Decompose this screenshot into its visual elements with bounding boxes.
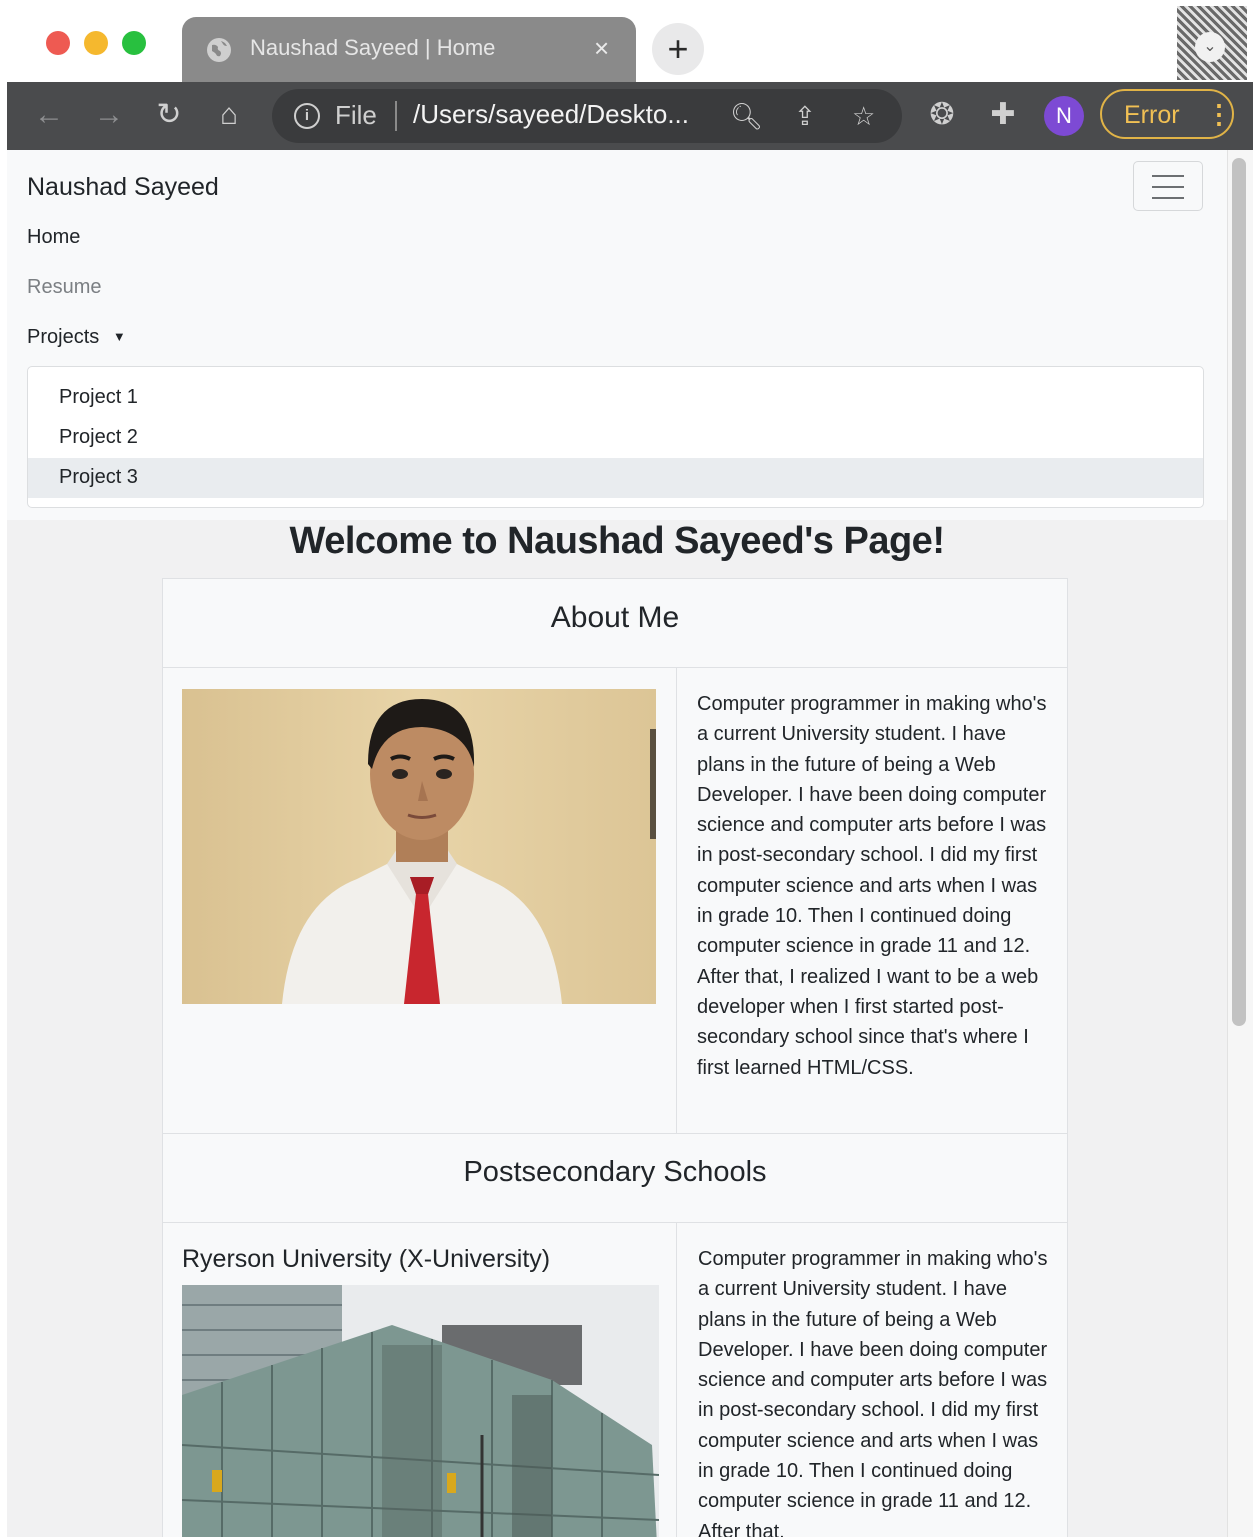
nav-link-resume[interactable]: Resume xyxy=(27,276,101,299)
profile-photo xyxy=(182,689,656,1004)
tab-search-button[interactable]: ⌄ xyxy=(1177,6,1247,80)
about-heading: About Me xyxy=(550,601,680,634)
navbar-brand[interactable]: Naushad Sayeed xyxy=(27,173,219,202)
navbar-toggler-button[interactable] xyxy=(1133,161,1203,211)
page-scrollbar[interactable] xyxy=(1227,150,1253,1537)
zoom-out-icon[interactable]: 🔍︎ xyxy=(730,101,763,132)
close-window-button[interactable] xyxy=(46,31,70,55)
nav-link-projects-label: Projects xyxy=(27,326,100,348)
hamburger-icon xyxy=(1152,197,1184,199)
dropdown-item-label: Project 2 xyxy=(59,426,138,448)
dropdown-item-label: Project 3 xyxy=(59,466,138,488)
address-bar[interactable]: i File /Users/sayeed/Deskto... 🔍︎ ⇪ ☆ xyxy=(272,89,902,143)
minimize-window-button[interactable] xyxy=(84,31,108,55)
forward-arrow-icon[interactable]: → xyxy=(91,97,127,133)
maximize-window-button[interactable] xyxy=(122,31,146,55)
tab-title: Naushad Sayeed | Home xyxy=(250,35,496,60)
tab-close-icon[interactable]: × xyxy=(594,33,609,64)
divider xyxy=(676,1223,677,1537)
school-text: Computer programmer in making who's a cu… xyxy=(698,1248,1048,1537)
dropdown-item-project-3[interactable]: Project 3 xyxy=(28,458,1203,498)
address-scheme: File xyxy=(335,100,377,130)
error-label: Error xyxy=(1124,101,1180,129)
site-navbar: Naushad Sayeed Home Resume Projects ▼ Pr… xyxy=(7,150,1227,520)
projects-dropdown-menu: Project 1 Project 2 Project 3 xyxy=(27,366,1204,508)
share-icon[interactable]: ⇪ xyxy=(794,101,816,132)
kebab-menu-icon[interactable]: ⋮ xyxy=(1206,99,1232,129)
bookmark-star-icon[interactable]: ☆ xyxy=(852,101,875,132)
hamburger-icon xyxy=(1152,175,1184,177)
divider xyxy=(676,668,677,1133)
dropdown-item-label: Project 1 xyxy=(59,386,138,408)
dropdown-item-project-2[interactable]: Project 2 xyxy=(28,418,1203,458)
building-image xyxy=(182,1285,659,1537)
address-url[interactable]: /Users/sayeed/Deskto... xyxy=(413,99,689,130)
extension-icon[interactable]: ❂ xyxy=(924,97,960,133)
hamburger-icon xyxy=(1152,186,1184,188)
divider xyxy=(163,1133,1067,1134)
school-name: Ryerson University (X-University) xyxy=(182,1245,551,1273)
info-icon[interactable]: i xyxy=(294,103,320,129)
page-title: Welcome to Naushad Sayeed's Page! xyxy=(289,520,945,562)
nav-link-projects[interactable]: Projects ▼ xyxy=(27,326,126,349)
divider xyxy=(163,667,1067,668)
address-separator xyxy=(395,101,397,131)
about-text: Computer programmer in making who's a cu… xyxy=(697,693,1047,1079)
globe-icon xyxy=(207,38,231,62)
new-tab-button[interactable]: + xyxy=(652,23,704,75)
error-update-button[interactable]: Error ⋮ xyxy=(1100,89,1234,139)
schools-heading: Postsecondary Schools xyxy=(463,1156,767,1188)
dropdown-item-project-1[interactable]: Project 1 xyxy=(28,378,1203,418)
divider xyxy=(163,1222,1067,1223)
browser-tab-active[interactable]: Naushad Sayeed | Home × xyxy=(182,17,636,82)
tab-strip: Naushad Sayeed | Home × + ⌄ xyxy=(7,0,1253,82)
home-icon[interactable]: ⌂ xyxy=(211,97,247,133)
back-arrow-icon[interactable]: ← xyxy=(31,97,67,133)
caret-down-icon: ▼ xyxy=(112,329,126,344)
browser-window: Naushad Sayeed | Home × + ⌄ ← → ↻ ⌂ i Fi… xyxy=(7,0,1253,1537)
page-viewport: Naushad Sayeed Home Resume Projects ▼ Pr… xyxy=(7,150,1227,1537)
school-photo xyxy=(182,1285,659,1537)
profile-avatar[interactable]: N xyxy=(1044,96,1084,136)
chevron-down-icon: ⌄ xyxy=(1195,32,1225,62)
puzzle-extensions-icon[interactable]: ✚ xyxy=(985,97,1021,133)
about-card: About Me Computer programmer in making w… xyxy=(162,578,1068,1537)
portrait-image xyxy=(182,689,656,1004)
nav-link-home[interactable]: Home xyxy=(27,226,80,249)
reload-icon[interactable]: ↻ xyxy=(151,97,187,133)
scrollbar-thumb[interactable] xyxy=(1232,158,1246,1026)
